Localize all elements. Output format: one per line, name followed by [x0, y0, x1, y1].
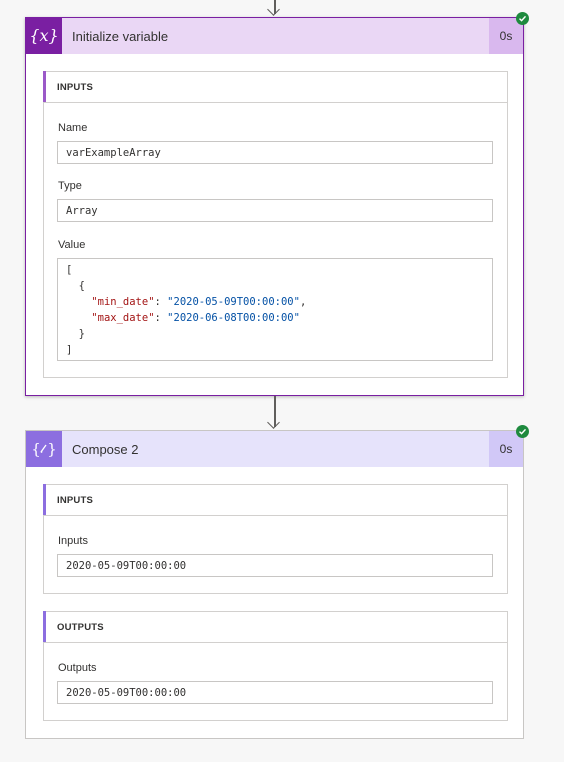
section-accent-bar: [43, 484, 46, 515]
min-date-value: "2020-05-09T00:00:00": [167, 296, 300, 308]
inputs-section: INPUTS Name varExampleArray Type Array V…: [43, 71, 508, 378]
open-brace: {: [78, 280, 85, 292]
inputs-value: 2020-05-09T00:00:00: [66, 559, 187, 572]
close-brace: }: [78, 328, 85, 340]
card-header[interactable]: {x} Initialize variable 0s: [26, 18, 523, 54]
outputs-field[interactable]: 2020-05-09T00:00:00: [57, 681, 493, 704]
svg-text:{x}: {x}: [30, 26, 58, 45]
outputs-label: Outputs: [58, 662, 97, 674]
name-field[interactable]: varExampleArray: [57, 141, 493, 164]
inputs-header-label: INPUTS: [57, 81, 94, 93]
open-bracket: [: [66, 264, 73, 276]
type-field[interactable]: Array: [57, 199, 493, 222]
value-code-field[interactable]: [ { "min_date": "2020-05-09T00:00:00", "…: [57, 258, 493, 361]
section-accent-bar: [43, 71, 46, 102]
outputs-value: 2020-05-09T00:00:00: [66, 686, 187, 699]
type-value: Array: [66, 204, 98, 217]
name-value: varExampleArray: [66, 146, 161, 159]
curly-compose-icon: { }: [26, 431, 62, 467]
max-date-key: "max_date": [91, 312, 155, 324]
outputs-header[interactable]: OUTPUTS: [43, 611, 507, 643]
value-label: Value: [58, 239, 86, 251]
inputs-section: INPUTS Inputs 2020-05-09T00:00:00: [43, 484, 508, 594]
curly-x-icon: {x}: [26, 18, 62, 54]
name-label: Name: [58, 122, 88, 134]
svg-text:{: {: [31, 440, 41, 458]
card-title: Compose 2: [72, 441, 139, 457]
inputs-header[interactable]: INPUTS: [43, 71, 507, 103]
success-check-icon: [516, 12, 529, 25]
inputs-header[interactable]: INPUTS: [43, 484, 507, 516]
inputs-field[interactable]: 2020-05-09T00:00:00: [57, 554, 493, 577]
type-label: Type: [58, 180, 82, 192]
svg-text:}: }: [47, 440, 57, 458]
initialize-variable-card[interactable]: {x} Initialize variable 0s INPUTS Name v…: [25, 12, 529, 396]
close-bracket: ]: [66, 344, 73, 356]
card-title: Initialize variable: [72, 28, 169, 44]
inputs-header-label: INPUTS: [57, 494, 94, 506]
card-header[interactable]: { } Compose 2 0s: [26, 431, 523, 467]
success-check-icon: [516, 425, 529, 438]
max-date-value: "2020-06-08T00:00:00": [167, 312, 300, 324]
outputs-header-label: OUTPUTS: [57, 621, 104, 633]
inputs-label: Inputs: [58, 535, 88, 547]
connector-middle: [267, 396, 282, 430]
section-accent-bar: [43, 611, 46, 642]
min-date-key: "min_date": [91, 296, 155, 308]
compose-2-card[interactable]: { } Compose 2 0s INPUTS Inputs 2020-05-0…: [25, 425, 529, 739]
connector-top: [267, 0, 282, 17]
outputs-section: OUTPUTS Outputs 2020-05-09T00:00:00: [43, 611, 508, 721]
